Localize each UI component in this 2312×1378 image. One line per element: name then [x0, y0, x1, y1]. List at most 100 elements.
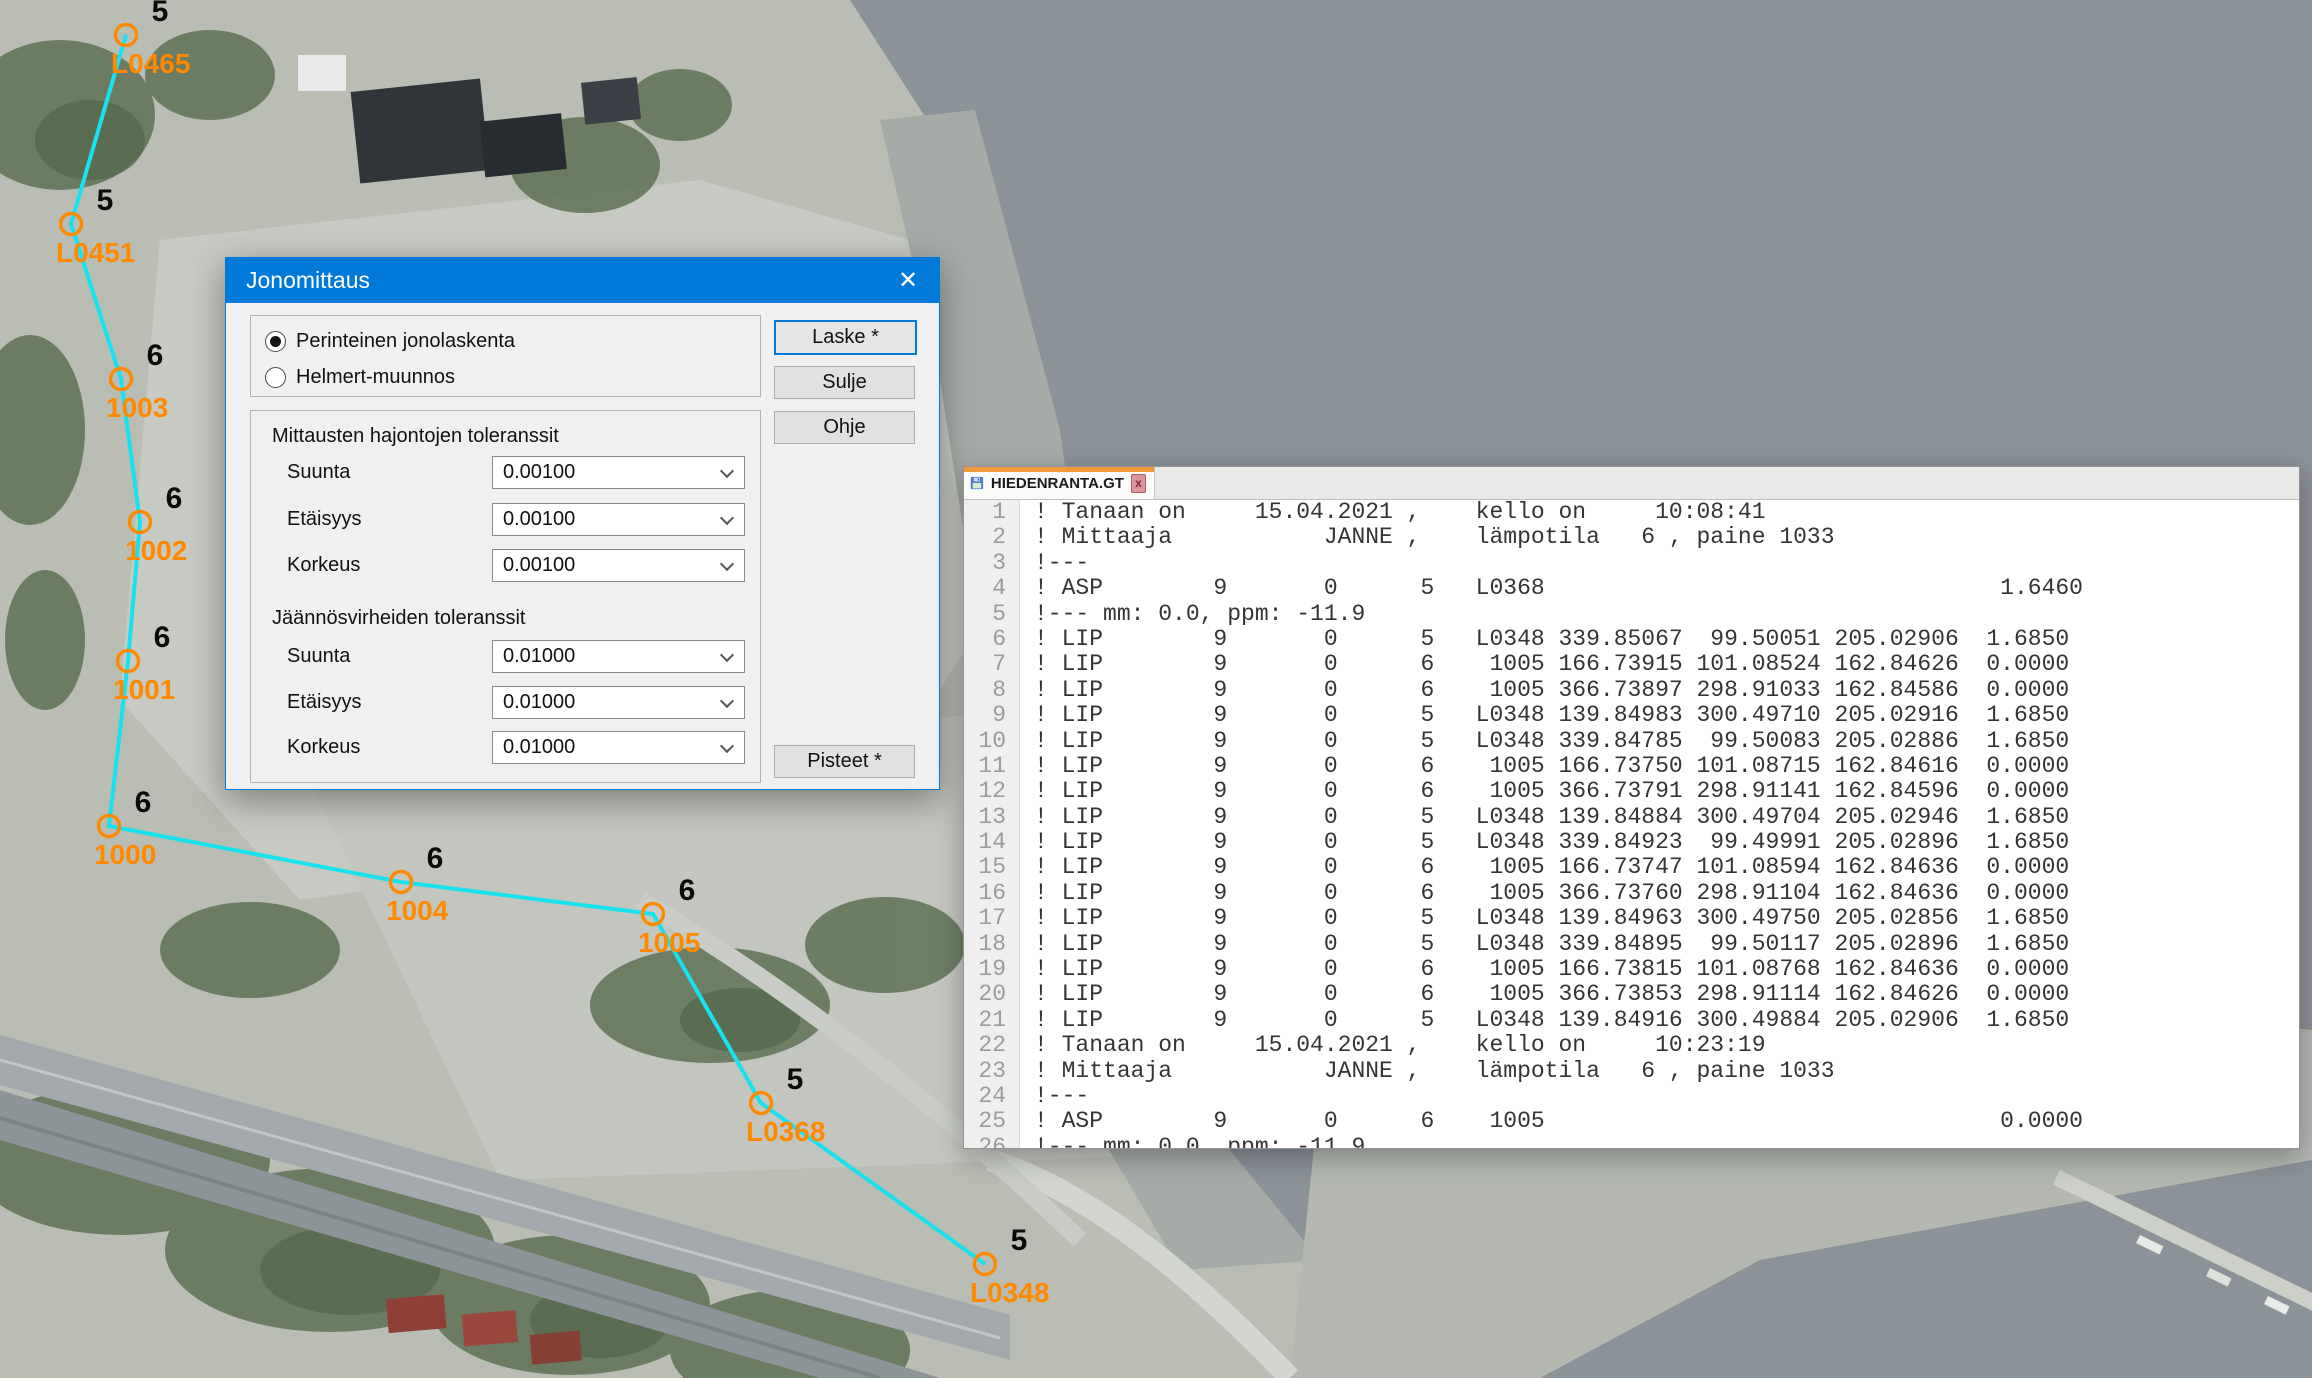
chevron-down-icon[interactable] — [720, 557, 734, 571]
spread-suunta-row: Suunta 0.00100 — [251, 456, 760, 487]
code-line[interactable]: 17! LIP 9 0 5 L0348 139.84963 300.49750 … — [964, 906, 2299, 931]
code-line[interactable]: 25! ASP 9 0 6 1005 0.0000 — [964, 1109, 2299, 1134]
code-line[interactable]: 18! LIP 9 0 5 L0348 339.84895 99.50117 2… — [964, 932, 2299, 957]
line-text: !--- — [1020, 551, 1089, 576]
radio-selected-icon[interactable] — [265, 331, 286, 352]
line-number: 18 — [964, 932, 1020, 957]
chevron-down-icon[interactable] — [720, 694, 734, 708]
code-line[interactable]: 23! Mittaaja JANNE , lämpotila 6 , paine… — [964, 1059, 2299, 1084]
residual-etaisyys-combobox[interactable]: 0.01000 — [492, 686, 745, 719]
point-class-number: 5 — [787, 1063, 804, 1096]
code-line[interactable]: 14! LIP 9 0 5 L0348 339.84923 99.49991 2… — [964, 830, 2299, 855]
radio-helmert-muunnos[interactable]: Helmert-muunnos — [265, 366, 455, 388]
line-text: ! LIP 9 0 5 L0348 339.84895 99.50117 205… — [1020, 932, 2069, 957]
line-text: !--- mm: 0.0, ppm: -11.9 — [1020, 602, 1365, 627]
line-number: 1 — [964, 500, 1020, 525]
code-line[interactable]: 2! Mittaaja JANNE , lämpotila 6 , paine … — [964, 525, 2299, 550]
code-line[interactable]: 24!--- — [964, 1084, 2299, 1109]
line-text: ! Tanaan on 15.04.2021 , kello on 10:08:… — [1020, 500, 1766, 525]
line-number: 25 — [964, 1109, 1020, 1134]
point-class-number: 5 — [1011, 1224, 1028, 1257]
spread-tolerances-title: Mittausten hajontojen toleranssit — [272, 425, 559, 448]
combobox-value: 0.01000 — [503, 736, 575, 759]
line-text: ! LIP 9 0 6 1005 166.73750 101.08715 162… — [1020, 754, 2069, 779]
tab-filename: HIEDENRANTA.GT — [991, 475, 1124, 492]
dialog-close-icon[interactable]: ✕ — [877, 258, 939, 303]
code-line[interactable]: 8! LIP 9 0 6 1005 366.73897 298.91033 16… — [964, 678, 2299, 703]
code-line[interactable]: 6! LIP 9 0 5 L0348 339.85067 99.50051 20… — [964, 627, 2299, 652]
residual-tolerances-title: Jäännösvirheiden toleranssit — [272, 607, 526, 630]
line-text: ! LIP 9 0 5 L0348 339.85067 99.50051 205… — [1020, 627, 2069, 652]
line-number: 3 — [964, 551, 1020, 576]
line-text: ! LIP 9 0 6 1005 366.73897 298.91033 162… — [1020, 678, 2069, 703]
combobox-value: 0.00100 — [503, 508, 575, 531]
residual-suunta-combobox[interactable]: 0.01000 — [492, 640, 745, 673]
residual-korkeus-combobox[interactable]: 0.01000 — [492, 731, 745, 764]
code-line[interactable]: 22! Tanaan on 15.04.2021 , kello on 10:2… — [964, 1033, 2299, 1058]
gt-file-viewer-panel: HIEDENRANTA.GT x 1! Tanaan on 15.04.2021… — [963, 466, 2300, 1149]
radio-perinteinen-jonolaskenta[interactable]: Perinteinen jonolaskenta — [265, 330, 515, 352]
combobox-value: 0.00100 — [503, 461, 575, 484]
point-class-number: 5 — [97, 184, 114, 217]
chevron-down-icon[interactable] — [720, 464, 734, 478]
line-number: 2 — [964, 525, 1020, 550]
code-line[interactable]: 7! LIP 9 0 6 1005 166.73915 101.08524 16… — [964, 652, 2299, 677]
jonomittaus-dialog: Jonomittaus ✕ Perinteinen jonolaskenta H… — [225, 257, 940, 790]
code-line[interactable]: 13! LIP 9 0 5 L0348 139.84884 300.49704 … — [964, 805, 2299, 830]
dialog-titlebar[interactable]: Jonomittaus ✕ — [226, 258, 939, 303]
code-line[interactable]: 12! LIP 9 0 6 1005 366.73791 298.91141 1… — [964, 779, 2299, 804]
point-class-number: 6 — [154, 621, 171, 654]
code-line[interactable]: 5!--- mm: 0.0, ppm: -11.9 — [964, 602, 2299, 627]
tolerances-group: Mittausten hajontojen toleranssit Suunta… — [250, 410, 761, 783]
line-number: 14 — [964, 830, 1020, 855]
line-number: 8 — [964, 678, 1020, 703]
radio-label: Perinteinen jonolaskenta — [296, 330, 515, 353]
code-line[interactable]: 9! LIP 9 0 5 L0348 139.84983 300.49710 2… — [964, 703, 2299, 728]
line-number: 20 — [964, 982, 1020, 1007]
calculation-mode-group: Perinteinen jonolaskenta Helmert-muunnos — [250, 315, 761, 397]
code-line[interactable]: 15! LIP 9 0 6 1005 166.73747 101.08594 1… — [964, 855, 2299, 880]
file-content-area[interactable]: 1! Tanaan on 15.04.2021 , kello on 10:08… — [964, 500, 2299, 1148]
radio-unselected-icon[interactable] — [265, 367, 286, 388]
point-id-label: 1000 — [94, 839, 156, 870]
pisteet-button[interactable]: Pisteet * — [774, 745, 915, 778]
spread-suunta-combobox[interactable]: 0.00100 — [492, 456, 745, 489]
line-number: 6 — [964, 627, 1020, 652]
code-line[interactable]: 20! LIP 9 0 6 1005 366.73853 298.91114 1… — [964, 982, 2299, 1007]
laske-button[interactable]: Laske * — [774, 320, 917, 355]
code-line[interactable]: 26!--- mm: 0.0, ppm: -11.9 — [964, 1135, 2299, 1148]
sulje-button[interactable]: Sulje — [774, 366, 915, 399]
chevron-down-icon[interactable] — [720, 648, 734, 662]
tab-close-icon[interactable]: x — [1131, 474, 1146, 493]
code-line[interactable]: 19! LIP 9 0 6 1005 166.73815 101.08768 1… — [964, 957, 2299, 982]
point-class-number: 6 — [166, 482, 183, 515]
code-line[interactable]: 21! LIP 9 0 5 L0348 139.84916 300.49884 … — [964, 1008, 2299, 1033]
code-line[interactable]: 11! LIP 9 0 6 1005 166.73750 101.08715 1… — [964, 754, 2299, 779]
line-text: ! ASP 9 0 5 L0368 1.6460 — [1020, 576, 2083, 601]
code-line[interactable]: 3!--- — [964, 551, 2299, 576]
line-number: 13 — [964, 805, 1020, 830]
field-label: Etäisyys — [287, 508, 361, 531]
line-text: ! LIP 9 0 6 1005 366.73760 298.91104 162… — [1020, 881, 2069, 906]
tab-hiedenranta-gt[interactable]: HIEDENRANTA.GT x — [964, 467, 1155, 499]
code-line[interactable]: 4! ASP 9 0 5 L0368 1.6460 — [964, 576, 2299, 601]
field-label: Korkeus — [287, 554, 360, 577]
combobox-value: 0.01000 — [503, 691, 575, 714]
line-text: ! LIP 9 0 6 1005 166.73747 101.08594 162… — [1020, 855, 2069, 880]
spread-etaisyys-combobox[interactable]: 0.00100 — [492, 503, 745, 536]
point-class-number: 6 — [427, 842, 444, 875]
spread-korkeus-combobox[interactable]: 0.00100 — [492, 549, 745, 582]
chevron-down-icon[interactable] — [720, 511, 734, 525]
line-text: !--- — [1020, 1084, 1089, 1109]
ohje-button[interactable]: Ohje — [774, 411, 915, 444]
code-line[interactable]: 10! LIP 9 0 5 L0348 339.84785 99.50083 2… — [964, 729, 2299, 754]
chevron-down-icon[interactable] — [720, 739, 734, 753]
line-number: 17 — [964, 906, 1020, 931]
line-text: ! ASP 9 0 6 1005 0.0000 — [1020, 1109, 2083, 1134]
line-number: 7 — [964, 652, 1020, 677]
code-line[interactable]: 1! Tanaan on 15.04.2021 , kello on 10:08… — [964, 500, 2299, 525]
line-number: 22 — [964, 1033, 1020, 1058]
code-line[interactable]: 16! LIP 9 0 6 1005 366.73760 298.91104 1… — [964, 881, 2299, 906]
field-label: Suunta — [287, 461, 350, 484]
line-number: 21 — [964, 1008, 1020, 1033]
